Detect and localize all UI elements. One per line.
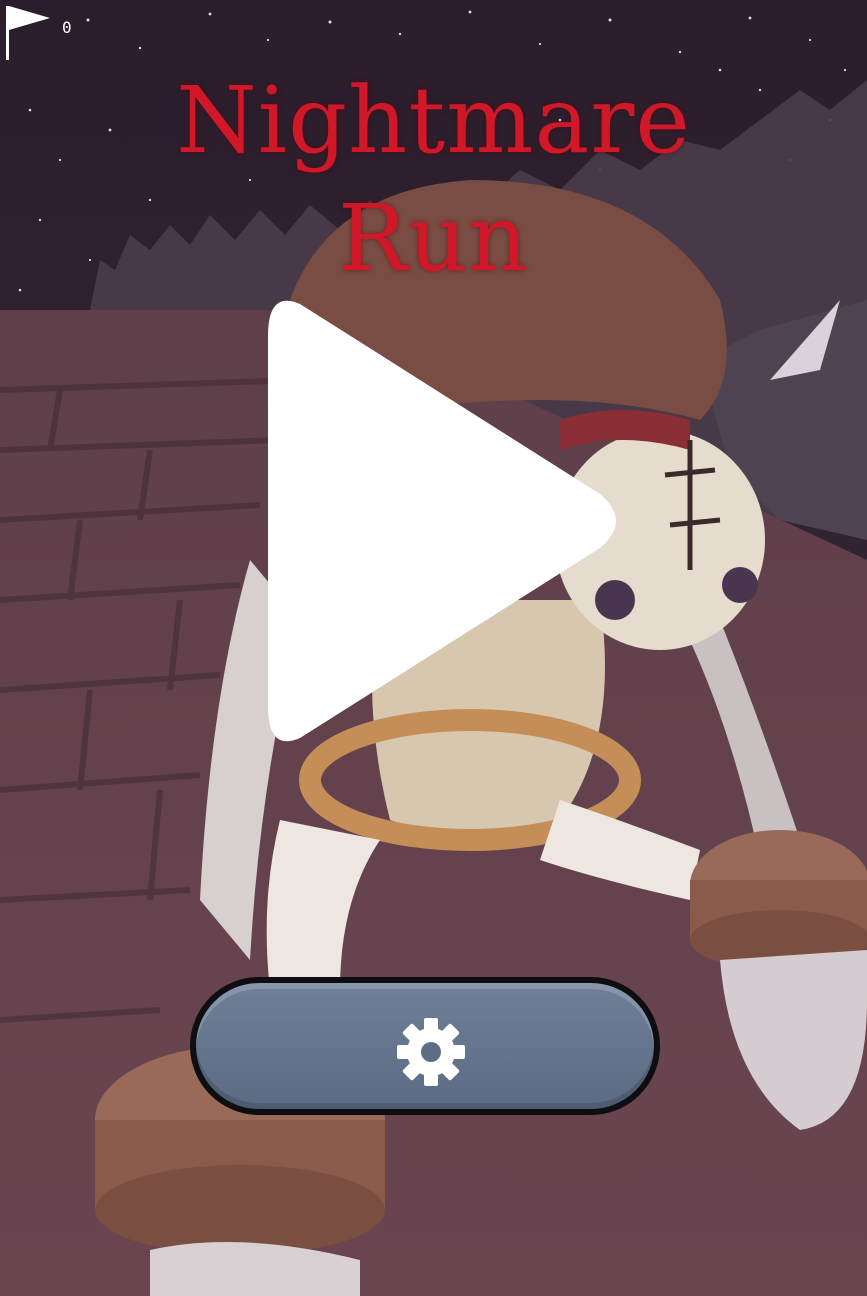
game-title: Nightmare Run [0, 62, 867, 298]
play-icon [268, 300, 616, 742]
play-button[interactable] [260, 296, 620, 746]
settings-button[interactable] [190, 977, 660, 1115]
flag-icon [6, 6, 50, 60]
title-line-2: Run [338, 185, 529, 292]
flag-count: 0 [62, 18, 72, 37]
game-screen: 0 Nightmare Run [0, 0, 867, 1296]
title-line-1: Nightmare [176, 67, 691, 174]
gear-icon [397, 1018, 465, 1086]
